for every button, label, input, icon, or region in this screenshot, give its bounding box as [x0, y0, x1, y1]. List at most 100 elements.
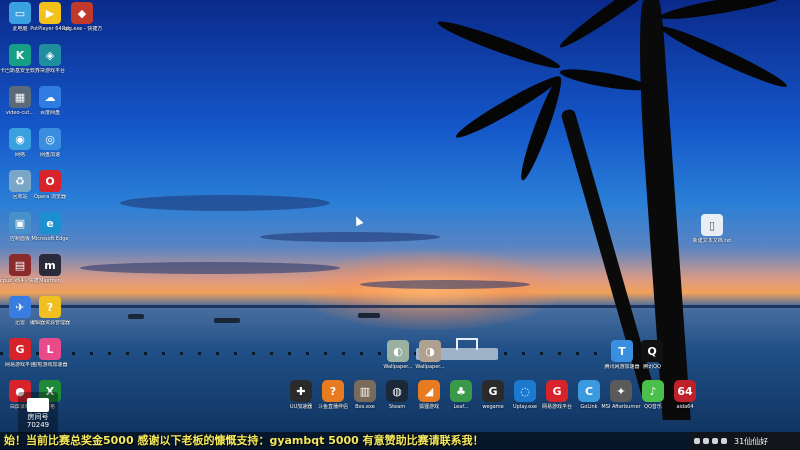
icon-label: Uplay.exe: [513, 404, 537, 410]
game-center-shortcut[interactable]: ? 斗鱼直播伴侣: [318, 380, 348, 410]
icon-label: 网易游戏平台: [4, 362, 35, 368]
icon-label: MSI Afterburner: [601, 404, 641, 410]
uplay-shortcut[interactable]: ◌ Uplay.exe: [510, 380, 540, 410]
icon-label: Microsoft Edge: [31, 236, 69, 242]
lala-icon: L: [39, 338, 61, 360]
edge-shortcut[interactable]: e Microsoft Edge: [32, 212, 68, 242]
help-shortcut[interactable]: ? 编辑器资源管理器: [30, 296, 70, 326]
palm-frond: [657, 20, 790, 93]
game-center-icon: ?: [322, 380, 344, 402]
wallpaper-file-icon: ◐: [387, 340, 409, 362]
tencent-game-icon: T: [611, 340, 633, 362]
uplay-icon: ◌: [514, 380, 536, 402]
text-doc-shortcut[interactable]: ▯ 新建文本文档.txt: [692, 214, 732, 244]
icon-label: 此电脑: [12, 26, 28, 32]
msi-shortcut[interactable]: ✦ MSI Afterburner: [601, 380, 641, 410]
tree-shortcut[interactable]: ♣ Leaf...: [446, 380, 476, 410]
controller-icon: ✚: [290, 380, 312, 402]
system-tray[interactable]: 31仙仙好: [690, 432, 800, 450]
baidu-netdisk-shortcut[interactable]: ☁ 百度网盘: [32, 86, 68, 116]
icon-label: 回收站: [12, 194, 28, 200]
browser-icon: ◎: [39, 128, 61, 150]
icon-label: 狐狸游戏: [418, 404, 439, 410]
edge-icon: e: [39, 212, 61, 234]
icon-label: 腾讯QQ: [643, 364, 661, 370]
icon-label: video-cut...: [5, 110, 35, 116]
fox-shortcut[interactable]: ◢ 狐狸游戏: [414, 380, 444, 410]
icon-label: 新建文本文档.txt: [692, 238, 732, 244]
boat: [358, 313, 380, 318]
icon-label: Wallpaper...: [383, 364, 413, 370]
rpg-shortcut[interactable]: ◆ Rpg.exe - 快捷方式: [62, 2, 102, 32]
tray-clock[interactable]: 31仙仙好: [734, 436, 768, 447]
control-panel-icon: ▣: [9, 212, 31, 234]
controller-shortcut[interactable]: ✚ UU加速器: [286, 380, 316, 410]
icon-label: 编辑器资源管理器: [30, 320, 70, 326]
tray-network-icon[interactable]: [703, 438, 709, 444]
palm-frond: [435, 15, 563, 74]
sponsor-ticker: 始！当前比赛总奖金5000 感谢以下老板的慷慨支持：gyambqt 5000 有…: [0, 432, 690, 450]
icon-label: Maxthon: [39, 278, 61, 284]
room-number: 70249: [26, 420, 50, 429]
palm-frond: [658, 0, 790, 24]
stream-logo-icon: [27, 397, 49, 412]
maxthon-shortcut[interactable]: m Maxthon: [32, 254, 68, 284]
wallpaper-file2-shortcut[interactable]: ◑ Wallpaper...: [412, 340, 448, 370]
room-badge: 房间号 70249: [18, 392, 58, 434]
icon-label: wegame: [482, 404, 504, 410]
netease-shortcut[interactable]: G 网易游戏平台: [542, 380, 572, 410]
fox-icon: ◢: [418, 380, 440, 402]
baidu-netdisk-icon: ☁: [39, 86, 61, 108]
tree-icon: ♣: [450, 380, 472, 402]
lala-shortcut[interactable]: L 啦啦游戏加速器: [32, 338, 68, 368]
icon-label: 网易游戏平台: [542, 404, 573, 410]
text-doc-icon: ▯: [701, 214, 723, 236]
opera-icon: O: [39, 170, 61, 192]
wallpaper-file2-icon: ◑: [419, 340, 441, 362]
tray-volume-icon[interactable]: [712, 438, 718, 444]
icon-label: 方块游戏平台: [34, 68, 65, 74]
box-icon: ▥: [354, 380, 376, 402]
video-tool-icon: ▦: [9, 86, 31, 108]
box-shortcut[interactable]: ▥ Box.exe: [350, 380, 380, 410]
icon-label: 网盘加速: [39, 152, 60, 158]
cloud: [360, 280, 530, 289]
icon-label: GoLink: [580, 404, 598, 410]
qq-music-shortcut[interactable]: ♪ QQ音乐: [638, 380, 668, 410]
golink-icon: C: [578, 380, 600, 402]
tray-arrow-icon[interactable]: [694, 438, 700, 444]
icon-label: 斗鱼直播伴侣: [318, 404, 349, 410]
browser-shortcut[interactable]: ◎ 网盘加速: [32, 128, 68, 158]
sunset-glow: [300, 250, 560, 330]
wegame-shortcut[interactable]: Gwegame: [478, 380, 508, 410]
opera-shortcut[interactable]: O Opera 浏览器: [32, 170, 68, 200]
qq-shortcut[interactable]: Q 腾讯QQ: [634, 340, 670, 370]
this-pc-icon: ▭: [9, 2, 31, 24]
cloud: [80, 262, 340, 274]
cpuz-icon: ▤: [9, 254, 31, 276]
icon-label: 啦啦游戏加速器: [32, 362, 68, 368]
boat: [128, 314, 144, 319]
icon-label: Rpg.exe - 快捷方式: [62, 26, 102, 32]
tray-battery-icon[interactable]: [721, 438, 727, 444]
icon-label: 百度网盘: [39, 110, 60, 116]
maxthon-icon: m: [39, 254, 61, 276]
icon-label: 控制面板: [9, 236, 30, 242]
feishu-icon: ✈: [9, 296, 31, 318]
golink-shortcut[interactable]: C GoLink: [574, 380, 604, 410]
icon-label: 迅雷: [14, 320, 25, 326]
palm-frond: [558, 65, 650, 95]
game-platform-icon: ◈: [39, 44, 61, 66]
cloud: [120, 195, 330, 211]
pier-rail: [456, 338, 478, 350]
game-platform-shortcut[interactable]: ◈ 方块游戏平台: [32, 44, 68, 74]
wallpaper-file-shortcut[interactable]: ◐ Wallpaper...: [380, 340, 416, 370]
msi-icon: ✦: [610, 380, 632, 402]
icon-label: Wallpaper...: [415, 364, 445, 370]
icon-label: UU加速器: [289, 404, 313, 410]
icon-label: 网络: [14, 152, 25, 158]
netease-icon: G: [546, 380, 568, 402]
icon-label: aida64: [676, 404, 694, 410]
steam-shortcut[interactable]: ◍ Steam: [382, 380, 412, 410]
aida64-shortcut[interactable]: 64 aida64: [670, 380, 700, 410]
